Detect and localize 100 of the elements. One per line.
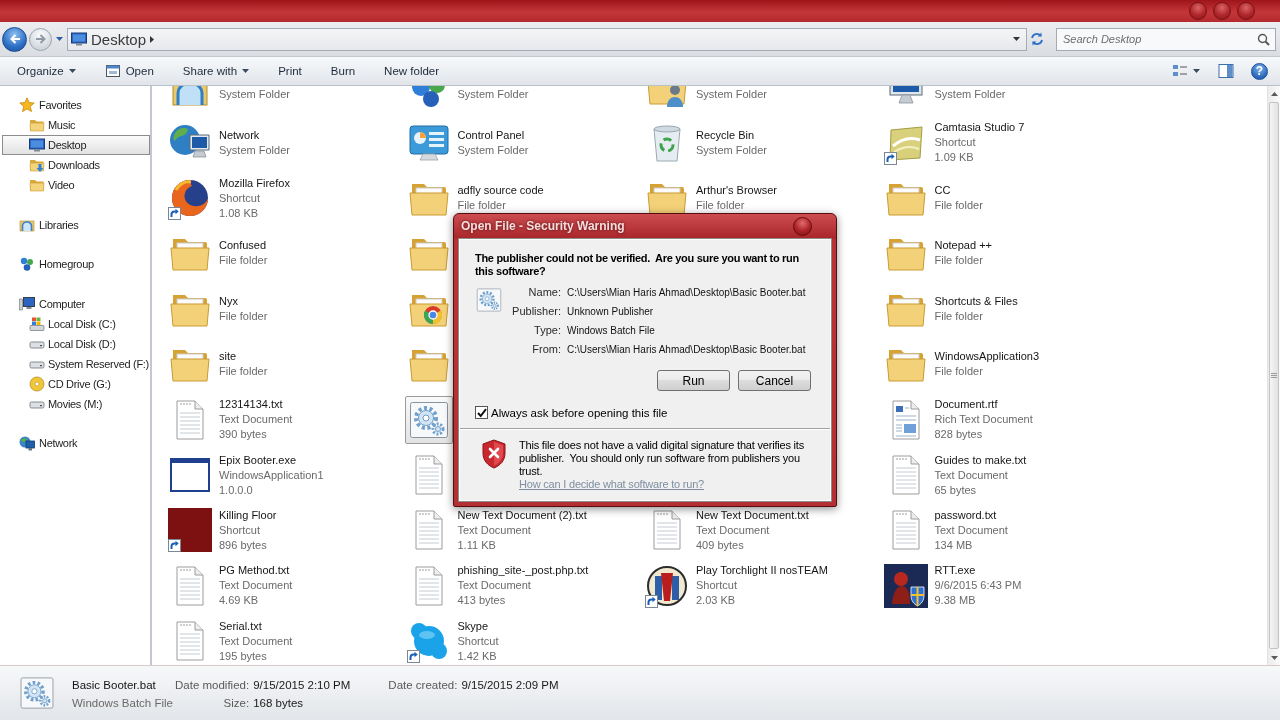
checkbox-label[interactable]: Always ask before opening this file [491,406,668,419]
forward-arrow-icon [34,33,47,45]
file-item[interactable]: Recycle Bin System Folder [643,118,769,167]
file-item[interactable] [404,395,453,444]
downloads-folder-icon [29,157,45,173]
file-name: Play Torchlight II nosTEAM [696,563,828,579]
file-item[interactable]: 12314134.txt Text Document 390 bytes [166,395,295,445]
address-field[interactable]: Desktop [67,27,1027,51]
nav-item[interactable]: Computer [2,293,150,314]
file-item[interactable]: Notepad ++ File folder [881,229,994,278]
desktop-icon [71,31,87,47]
file-name: Nyx [219,293,239,309]
nav-item[interactable]: Movies (M:) [2,393,150,414]
file-item[interactable]: password.txt Text Document 134 MB [881,505,1010,555]
file-name: New Text Document (2).txt [457,507,587,523]
file-name: WindowsApplication3 [934,349,1040,365]
nav-item[interactable]: Local Disk (C:) [2,313,150,334]
file-info: Text Document [457,522,532,538]
caption-button[interactable] [1189,2,1207,20]
toolbar-button[interactable]: Share with [173,59,259,83]
file-item[interactable]: WindowsApplication3 File folder [881,340,1042,389]
file-item[interactable]: PG Method.txt Text Document 4.69 KB [166,561,295,611]
file-info: 65 bytes [934,482,978,498]
file-info: System Folder [457,87,529,102]
file-info: 1.42 KB [457,648,498,664]
file-item[interactable]: site File folder [166,340,270,389]
file-info: 390 bytes [219,427,268,443]
file-item[interactable]: Skype Shortcut 1.42 KB [404,616,501,665]
file-item[interactable]: Mozilla Firefox Shortcut 1.08 KB [166,173,292,223]
nav-item[interactable]: Music [2,115,150,135]
file-name: PG Method.txt [219,563,291,579]
file-item[interactable]: CC File folder [881,174,985,223]
file-info: 9/6/2015 6:43 PM [934,578,1022,594]
search-field[interactable]: Search Desktop [1056,27,1276,51]
property-value: 168 bytes [253,696,305,711]
scroll-thumb[interactable] [1269,102,1279,649]
file-item[interactable]: New Text Document.txt Text Document 409 bytes [643,505,811,555]
file-item[interactable]: phishing_site-_post.php.txt Text Document 413 bytes [404,561,591,611]
caption-button[interactable] [1213,2,1231,20]
file-item[interactable]: Control Panel System Folder [404,118,531,167]
windows-drive-icon [29,315,45,332]
dialog-heading: The publisher could not be verified. Are you sure you want to run this software? [475,252,800,278]
nav-item[interactable]: System Reserved (F:) [2,353,150,374]
file-info: Shortcut [696,578,738,594]
file-info: File folder [219,364,268,380]
nav-item[interactable]: Homegroup [2,254,150,274]
breadcrumb[interactable]: Desktop [91,30,147,48]
close-button[interactable] [793,216,812,236]
property-value: 9/15/2015 2:09 PM [461,678,559,693]
file-info: System Folder [219,142,290,158]
file-item[interactable]: Document.rtf Rich Text Document 828 bytes [881,395,1035,445]
dialog-button[interactable]: Run [657,370,730,391]
file-item[interactable]: Play Torchlight II nosTEAM Shortcut 2.03 KB [643,561,830,611]
nav-item[interactable]: Libraries [2,214,150,235]
file-name: Killing Floor [219,507,277,523]
folder-icon [29,177,45,193]
file-info: Text Document [696,522,771,538]
nav-item[interactable]: CD Drive (G:) [2,373,150,394]
toolbar-button[interactable]: Burn [321,59,365,83]
nav-item[interactable]: Desktop [2,135,150,155]
file-item[interactable]: Epix Booter.exe WindowsApplication1 1.0.0.0 [166,450,326,500]
file-info: System Folder [696,87,767,102]
file-info: 896 bytes [219,537,268,553]
toolbar-button[interactable]: New folder [375,59,449,83]
file-info: Text Document [934,467,1009,483]
file-item[interactable]: Nyx File folder [166,284,270,333]
up-arrow-icon [1270,91,1278,96]
file-name: RTT.exe [934,563,977,579]
toolbar-button[interactable]: Open [95,59,163,83]
file-item[interactable]: Confused File folder [166,229,270,278]
grip-icon [1271,373,1277,378]
dialog-button[interactable]: Cancel [738,370,811,391]
nav-item[interactable]: Favorites [2,95,150,115]
file-info: Text Document [219,633,293,649]
file-item[interactable]: New Text Document (2).txt Text Document 1.11 KB [404,505,589,555]
scrollbar-track[interactable] [1267,86,1280,665]
back-button[interactable] [2,26,27,52]
property-label: Size: [222,696,250,711]
caret-icon [1013,37,1020,41]
toolbar-button[interactable]: Organize [8,59,85,83]
file-item[interactable]: Network System Folder [166,118,292,167]
file-item[interactable]: Camtasia Studio 7 Shortcut 1.09 KB [881,118,1027,168]
file-name: Recycle Bin [696,127,756,143]
refresh-icon [1029,31,1045,47]
file-item[interactable]: RTT.exe 9/6/2015 6:43 PM 9.38 MB [881,561,1024,611]
checkbox[interactable] [475,406,488,419]
nav-item[interactable]: Downloads [2,155,150,175]
file-item[interactable]: Killing Floor Shortcut 896 bytes [166,505,279,555]
nav-item[interactable]: Local Disk (D:) [2,333,150,354]
nav-item[interactable]: Network [2,433,150,453]
property-value: 9/15/2015 2:10 PM [253,678,351,693]
folder-icon [29,117,45,133]
down-arrow-icon [1270,655,1278,660]
caption-button[interactable] [1237,2,1255,20]
nav-item[interactable]: Video [2,175,150,195]
file-info: Rich Text Document [934,412,1033,428]
file-item[interactable]: Shortcuts & Files File folder [881,284,1020,333]
file-item[interactable]: Serial.txt Text Document 195 bytes [166,616,295,665]
toolbar-button[interactable]: Print [269,59,311,83]
file-item[interactable]: Guides to make.txt Text Document 65 bytes [881,450,1029,500]
